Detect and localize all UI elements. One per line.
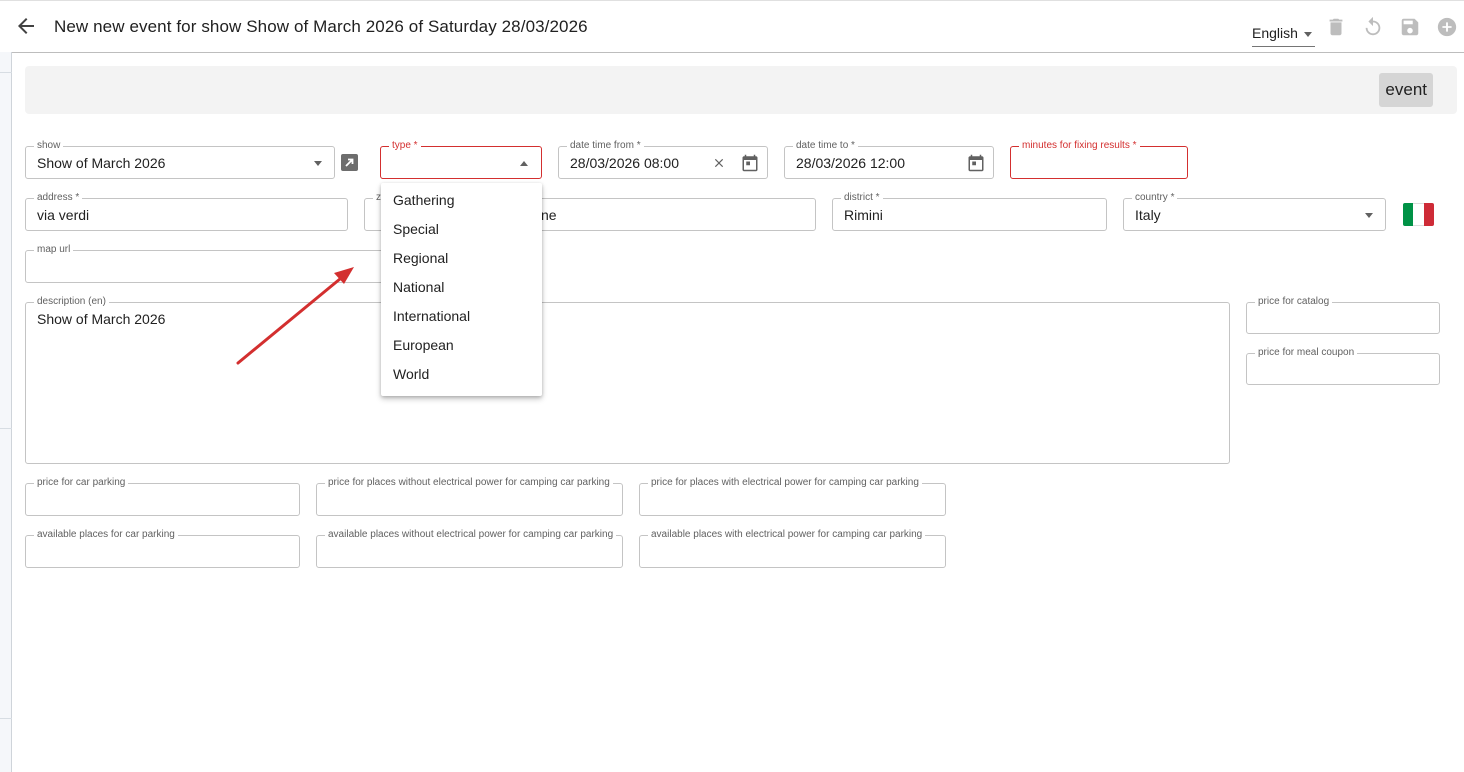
event-button[interactable]: event bbox=[1379, 73, 1433, 107]
back-arrow-icon[interactable] bbox=[14, 14, 38, 38]
left-sidebar-strip bbox=[0, 0, 12, 772]
description-value: Show of March 2026 bbox=[37, 311, 166, 327]
country-value: Italy bbox=[1135, 207, 1161, 223]
district-field[interactable]: district * Rimini bbox=[832, 192, 1107, 231]
chevron-down-icon bbox=[1304, 32, 1312, 37]
sidebar-divider bbox=[0, 428, 12, 429]
price-camping-power-field[interactable]: price for places with electrical power f… bbox=[639, 477, 946, 516]
available-camping-power-label: available places with electrical power f… bbox=[648, 529, 926, 541]
type-select[interactable]: type * bbox=[380, 140, 542, 179]
type-option-gathering[interactable]: Gathering bbox=[381, 186, 542, 215]
available-car-parking-field[interactable]: available places for car parking bbox=[25, 529, 300, 568]
address-field[interactable]: address * via verdi bbox=[25, 192, 348, 231]
italy-flag-icon bbox=[1403, 203, 1434, 226]
type-option-regional[interactable]: Regional bbox=[381, 244, 542, 273]
city-value: ne bbox=[541, 207, 557, 223]
page-header: New new event for show Show of March 202… bbox=[0, 0, 1464, 52]
type-option-special[interactable]: Special bbox=[381, 215, 542, 244]
date-time-from-label: date time from * bbox=[567, 140, 644, 152]
language-select[interactable]: English bbox=[1252, 23, 1315, 47]
add-circle-icon[interactable] bbox=[1436, 15, 1458, 39]
date-time-to-field[interactable]: date time to * 28/03/2026 12:00 bbox=[784, 140, 994, 179]
sidebar-divider bbox=[0, 718, 12, 719]
price-meal-coupon-field[interactable]: price for meal coupon bbox=[1246, 347, 1440, 385]
price-camping-no-power-field[interactable]: price for places without electrical powe… bbox=[316, 477, 623, 516]
annotation-arrow-icon bbox=[236, 267, 354, 365]
trash-icon[interactable] bbox=[1325, 15, 1347, 39]
price-camping-power-label: price for places with electrical power f… bbox=[648, 477, 922, 489]
description-textarea[interactable]: description (en) Show of March 2026 bbox=[25, 296, 1230, 464]
available-camping-no-power-label: available places without electrical powe… bbox=[325, 529, 617, 541]
minutes-fixing-results-label: minutes for fixing results * bbox=[1019, 140, 1140, 152]
clear-icon[interactable] bbox=[712, 156, 726, 170]
save-icon[interactable] bbox=[1399, 15, 1421, 39]
type-option-european[interactable]: European bbox=[381, 331, 542, 360]
chevron-down-icon bbox=[1365, 213, 1373, 218]
type-dropdown-menu: Gathering Special Regional National Inte… bbox=[381, 183, 542, 396]
type-label: type * bbox=[389, 140, 421, 152]
available-camping-no-power-field[interactable]: available places without electrical powe… bbox=[316, 529, 623, 568]
sidebar-divider bbox=[0, 72, 12, 73]
page-title: New new event for show Show of March 202… bbox=[54, 17, 588, 36]
district-value: Rimini bbox=[844, 207, 883, 223]
minutes-fixing-results-field[interactable]: minutes for fixing results * bbox=[1010, 140, 1188, 179]
price-meal-coupon-label: price for meal coupon bbox=[1255, 347, 1358, 359]
available-car-parking-label: available places for car parking bbox=[34, 529, 178, 541]
address-label: address * bbox=[34, 192, 83, 204]
country-select[interactable]: country * Italy bbox=[1123, 192, 1386, 231]
district-label: district * bbox=[841, 192, 883, 204]
date-time-from-field[interactable]: date time from * 28/03/2026 08:00 bbox=[558, 140, 768, 179]
header-divider bbox=[12, 52, 1464, 53]
type-option-world[interactable]: World bbox=[381, 360, 542, 389]
open-in-new-button[interactable] bbox=[341, 154, 358, 171]
available-camping-power-field[interactable]: available places with electrical power f… bbox=[639, 529, 946, 568]
type-option-international[interactable]: International bbox=[381, 302, 542, 331]
price-car-parking-label: price for car parking bbox=[34, 477, 129, 489]
address-value: via verdi bbox=[37, 207, 90, 223]
chevron-down-icon bbox=[314, 161, 322, 166]
date-time-from-value: 28/03/2026 08:00 bbox=[570, 155, 679, 171]
language-value: English bbox=[1252, 25, 1298, 41]
price-catalog-field[interactable]: price for catalog bbox=[1246, 296, 1440, 334]
calendar-icon[interactable] bbox=[741, 154, 759, 172]
country-label: country * bbox=[1132, 192, 1178, 204]
price-catalog-label: price for catalog bbox=[1255, 296, 1333, 308]
show-value: Show of March 2026 bbox=[37, 155, 166, 171]
show-label: show bbox=[34, 140, 64, 152]
type-option-national[interactable]: National bbox=[381, 273, 542, 302]
date-time-to-value: 28/03/2026 12:00 bbox=[796, 155, 905, 171]
price-camping-no-power-label: price for places without electrical powe… bbox=[325, 477, 613, 489]
date-time-to-label: date time to * bbox=[793, 140, 858, 152]
chevron-up-icon bbox=[520, 161, 528, 166]
event-toolbar-panel: event bbox=[25, 66, 1457, 114]
calendar-icon[interactable] bbox=[967, 154, 985, 172]
description-label: description (en) bbox=[34, 296, 109, 308]
price-car-parking-field[interactable]: price for car parking bbox=[25, 477, 300, 516]
show-select[interactable]: show Show of March 2026 bbox=[25, 140, 335, 179]
open-in-new-icon bbox=[345, 158, 354, 167]
undo-icon[interactable] bbox=[1362, 15, 1384, 39]
map-url-label: map url bbox=[34, 244, 74, 256]
